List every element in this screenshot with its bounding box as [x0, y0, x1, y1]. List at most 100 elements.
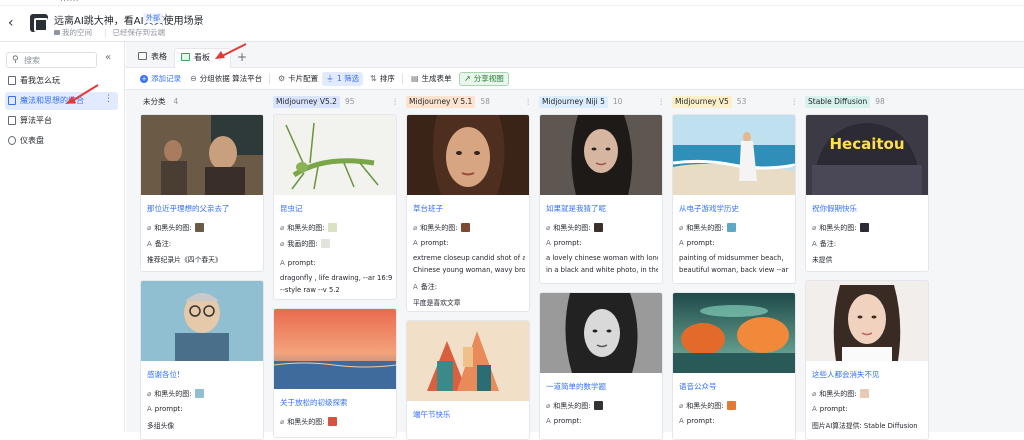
- column-header[interactable]: 未分类 4: [140, 96, 264, 108]
- tab-table[interactable]: 表格: [132, 48, 173, 68]
- column-header[interactable]: Stable Diffusion 98: [805, 96, 929, 108]
- table-icon: [8, 116, 16, 125]
- card-title[interactable]: 关于放松的初级探索: [280, 397, 348, 408]
- image-thumbnail[interactable]: [327, 417, 337, 426]
- text-icon: A: [147, 240, 152, 248]
- attachment-icon: ⌀: [413, 224, 418, 232]
- card-title[interactable]: 祝你假期快乐: [812, 203, 857, 214]
- add-record-button[interactable]: + 添加记录: [140, 72, 181, 86]
- attachment-icon: ⌀: [280, 240, 285, 248]
- sort-icon: ⇅: [370, 74, 377, 83]
- card-title[interactable]: 这些人都会消失不见: [812, 369, 880, 380]
- share-view-button[interactable]: ↗ 分享视图: [459, 72, 509, 86]
- column-header[interactable]: Midjourney V 5.1 58 ⋮: [406, 96, 533, 108]
- record-card[interactable]: Hecaitou 祝你假期快乐 ⌀ 和黑头的图: A 备注: 未提供: [805, 114, 929, 272]
- record-card[interactable]: 如果就是我猜了呢 ⌀ 和黑头的图: Aprompt: a lovely chine…: [539, 114, 663, 284]
- image-thumbnail[interactable]: [327, 223, 337, 232]
- record-card[interactable]: 一道简单的数学题 ⌀ 和黑头的图: Aprompt:: [539, 292, 663, 440]
- divider: [402, 74, 403, 84]
- doc-location[interactable]: 我的空间: [54, 27, 92, 38]
- sidebar-item-magic-and-thought[interactable]: 魔法和思想的结合 ⋮: [5, 92, 118, 110]
- kanban-column: Stable Diffusion 98 Hecaitou 祝你假期快乐 ⌀ 和黑头的…: [805, 90, 929, 440]
- external-tag: 外部: [143, 13, 163, 23]
- group-by-button[interactable]: ⊖ 分组依据 算法平台: [190, 72, 262, 86]
- sidebar-item-label: 算法平台: [20, 116, 52, 125]
- more-icon[interactable]: ⋮: [658, 96, 666, 108]
- record-card[interactable]: 草台班子 ⌀ 和黑头的图: Aprompt: extreme closeup ca…: [406, 114, 530, 312]
- card-title[interactable]: 一道简单的数学题: [546, 381, 606, 392]
- card-config-button[interactable]: ⚙ 卡片配置: [278, 72, 318, 86]
- star-icon[interactable]: ☆: [161, 11, 171, 24]
- more-icon[interactable]: ⋮: [216, 53, 224, 62]
- card-title[interactable]: 端午节快乐: [413, 409, 451, 420]
- sidebar-item-algorithm-platform[interactable]: 算法平台: [5, 112, 118, 130]
- card-field-image: ⌀ 和黑头的图:: [812, 389, 869, 399]
- sidebar-item-dashboard[interactable]: 仪表盘: [5, 132, 118, 150]
- card-title[interactable]: 昆虫记: [280, 203, 303, 214]
- record-card[interactable]: 端午节快乐: [406, 320, 530, 440]
- doc-title[interactable]: 远离AI跳大神，看AI真实使用场景: [54, 12, 204, 27]
- text-icon: A: [812, 405, 817, 413]
- image-thumbnail[interactable]: [194, 389, 204, 398]
- record-card[interactable]: 关于放松的初级探索 ⌀ 和黑头的图:: [273, 308, 397, 438]
- record-card[interactable]: 感谢各位! ⌀ 和黑头的图: Aprompt: 多组头像: [140, 280, 264, 440]
- column-name: Midjourney V 5.1: [406, 96, 476, 108]
- column-name: Stable Diffusion: [805, 96, 871, 108]
- divider: [269, 74, 270, 84]
- kanban-column: Midjourney Niji 5 10 ⋮ 如果就是我猜了呢 ⌀ 和黑头的图: Ap…: [539, 90, 666, 440]
- card-title[interactable]: 如果就是我猜了呢: [546, 203, 606, 214]
- text-icon: A: [546, 239, 551, 247]
- card-cover-image: [274, 115, 396, 195]
- more-icon[interactable]: ⋮: [791, 96, 799, 108]
- card-title[interactable]: 草台班子: [413, 203, 443, 214]
- record-card[interactable]: 语音公众号 ⌀ 和黑头的图: Aprompt:: [672, 292, 796, 440]
- attachment-icon: ⌀: [679, 402, 684, 410]
- more-icon[interactable]: ⋮: [104, 94, 113, 104]
- column-header[interactable]: Midjourney V5 53 ⋮: [672, 96, 799, 108]
- record-card[interactable]: 从电子游戏学历史 ⌀ 和黑头的图: Aprompt: painting of mi…: [672, 114, 796, 284]
- filter-button[interactable]: ⏚ 1 筛选: [322, 72, 364, 86]
- attachment-icon: ⌀: [546, 402, 551, 410]
- card-title[interactable]: 那位近乎理想的父亲去了: [147, 203, 230, 214]
- kanban-column: 未分类 4 那位近乎理想的父亲去了 ⌀ 和黑头的图: A 备注: 推荐纪录片《四个春天…: [140, 90, 264, 440]
- plus-icon: +: [140, 75, 148, 83]
- column-header[interactable]: Midjourney V5.2 95 ⋮: [273, 96, 400, 108]
- image-thumbnail[interactable]: [859, 389, 869, 398]
- sidebar-item-how-to-play[interactable]: 看我怎么玩: [5, 72, 118, 90]
- image-thumbnail[interactable]: [726, 223, 736, 232]
- card-field-value: 平度是喜欢文章: [413, 299, 461, 307]
- card-cover-image: [407, 115, 529, 195]
- image-thumbnail[interactable]: [859, 223, 869, 232]
- tab-kanban[interactable]: 看板 ⋮: [174, 48, 231, 68]
- card-title[interactable]: 从电子游戏学历史: [679, 203, 739, 214]
- image-thumbnail[interactable]: [460, 223, 470, 232]
- filter-icon: ⏚: [326, 74, 334, 83]
- card-field-value: 图片AI算法提供: Stable Diffusion: [812, 422, 918, 430]
- collapse-sidebar-icon[interactable]: «: [105, 52, 111, 63]
- record-card[interactable]: 这些人都会消失不见 ⌀ 和黑头的图: Aprompt: 图片AI算法提供: Sta…: [805, 280, 929, 440]
- card-field-value: in a black and white photo, in the sty..…: [546, 266, 658, 274]
- column-header[interactable]: Midjourney Niji 5 10 ⋮: [539, 96, 666, 108]
- add-view-icon[interactable]: +: [237, 51, 247, 63]
- image-thumbnail[interactable]: [593, 223, 603, 232]
- sidebar-search-input[interactable]: ⚲ 搜索: [6, 52, 97, 68]
- image-thumbnail[interactable]: [320, 239, 330, 248]
- more-icon[interactable]: ⋮: [392, 96, 400, 108]
- back-icon[interactable]: ‹: [8, 16, 22, 30]
- text-icon: A: [679, 417, 684, 425]
- generate-form-button[interactable]: ▤ 生成表单: [411, 72, 452, 86]
- card-field-value: beautiful woman, back view --ar 16:9...: [679, 266, 791, 274]
- card-field-image: ⌀ 和黑头的图:: [280, 223, 337, 233]
- attachment-icon: ⌀: [812, 224, 817, 232]
- record-card[interactable]: 昆虫记 ⌀ 和黑头的图: ⌀ 我画的图: Aprompt: dragonfly , …: [273, 114, 397, 300]
- card-title[interactable]: 语音公众号: [679, 381, 717, 392]
- card-title[interactable]: 感谢各位!: [147, 369, 180, 380]
- dashboard-icon: [8, 136, 16, 145]
- card-field-image: ⌀ 和黑头的图:: [147, 223, 204, 233]
- record-card[interactable]: 那位近乎理想的父亲去了 ⌀ 和黑头的图: A 备注: 推荐纪录片《四个春天》: [140, 114, 264, 272]
- image-thumbnail[interactable]: [194, 223, 204, 232]
- image-thumbnail[interactable]: [726, 401, 736, 410]
- image-thumbnail[interactable]: [593, 401, 603, 410]
- more-icon[interactable]: ⋮: [525, 96, 533, 108]
- sort-button[interactable]: ⇅ 排序: [370, 72, 395, 86]
